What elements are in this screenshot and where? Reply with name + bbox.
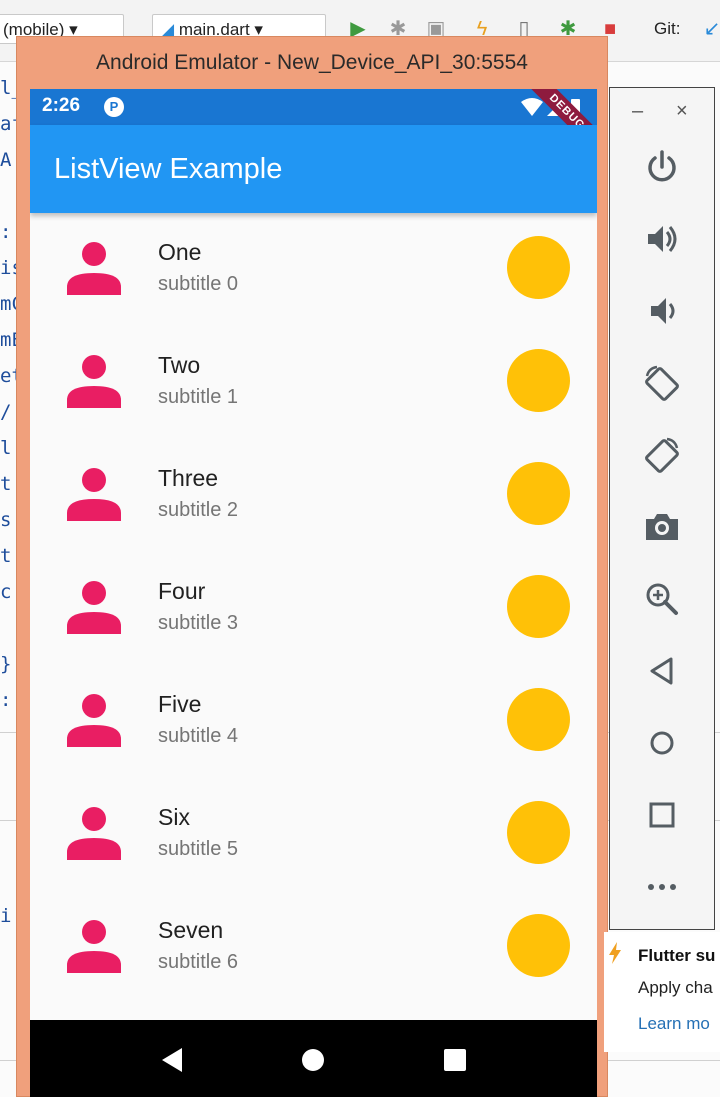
power-icon[interactable] — [643, 148, 681, 186]
navigation-bar — [30, 1020, 597, 1097]
item-title: Two — [158, 352, 201, 378]
emulator-side-panel: – × — [609, 87, 715, 930]
list-item[interactable]: Six subtitle 5 — [30, 778, 597, 891]
person-icon — [67, 694, 121, 747]
trailing-avatar — [507, 236, 570, 299]
person-icon — [67, 468, 121, 521]
item-subtitle: subtitle 3 — [158, 612, 239, 634]
person-icon — [67, 807, 121, 860]
notification-link[interactable]: Learn mo — [638, 1014, 710, 1034]
git-update-icon[interactable]: ↙ — [700, 14, 720, 44]
item-title: Four — [158, 578, 206, 604]
item-subtitle: subtitle 1 — [158, 386, 239, 408]
nav-home-icon[interactable] — [299, 1046, 327, 1074]
volume-down-icon[interactable] — [643, 292, 681, 330]
person-icon — [67, 581, 121, 634]
rotate-left-icon[interactable] — [643, 364, 681, 402]
more-icon[interactable] — [643, 868, 681, 906]
list-item[interactable]: One subtitle 0 — [30, 213, 597, 326]
app-bar: ListView Example — [30, 125, 597, 213]
trailing-avatar — [507, 462, 570, 525]
item-subtitle: subtitle 2 — [158, 499, 239, 521]
item-title: Three — [158, 465, 219, 491]
wifi-icon — [521, 98, 543, 116]
device-screen: 2:26 P DEBUG ListView Example One subtit… — [30, 89, 597, 1097]
trailing-avatar — [507, 575, 570, 638]
item-title: One — [158, 239, 202, 265]
list-item[interactable]: Three subtitle 2 — [30, 439, 597, 552]
status-time: 2:26 — [42, 95, 81, 116]
item-title: Five — [158, 691, 202, 717]
trailing-avatar — [507, 801, 570, 864]
app-title: ListView Example — [54, 153, 283, 185]
item-title: Six — [158, 804, 190, 830]
person-icon — [67, 355, 121, 408]
zoom-icon[interactable] — [643, 580, 681, 618]
home-icon[interactable] — [643, 724, 681, 762]
flutter-notification: Flutter su Apply cha Learn mo — [604, 932, 720, 1052]
notification-icon: P — [104, 97, 124, 117]
item-subtitle: subtitle 4 — [158, 725, 239, 747]
volume-up-icon[interactable] — [643, 220, 681, 258]
git-label: Git: — [654, 19, 681, 38]
nav-back-icon[interactable] — [158, 1046, 186, 1074]
list-view[interactable]: One subtitle 0 Two subtitle 1 Three subt… — [30, 213, 597, 1004]
person-icon — [67, 920, 121, 973]
list-item[interactable]: Seven subtitle 6 — [30, 891, 597, 1004]
trailing-avatar — [507, 349, 570, 412]
emulator-window: Android Emulator - New_Device_API_30:555… — [16, 36, 608, 1097]
camera-icon[interactable] — [643, 508, 681, 546]
rotate-right-icon[interactable] — [643, 436, 681, 474]
back-icon[interactable] — [643, 652, 681, 690]
trailing-avatar — [507, 688, 570, 751]
emulator-title: Android Emulator - New_Device_API_30:555… — [96, 51, 528, 74]
item-subtitle: subtitle 6 — [158, 951, 239, 973]
minimize-button[interactable]: – — [632, 100, 643, 123]
close-button[interactable]: × — [676, 100, 688, 123]
list-item[interactable]: Four subtitle 3 — [30, 552, 597, 665]
trailing-avatar — [507, 914, 570, 977]
notification-body: Apply cha — [638, 978, 713, 997]
list-item[interactable]: Five subtitle 4 — [30, 665, 597, 778]
person-icon — [67, 242, 121, 295]
status-bar: 2:26 P DEBUG — [30, 89, 597, 161]
item-title: Seven — [158, 917, 224, 943]
notification-title: Flutter su — [638, 946, 716, 965]
lightning-icon — [609, 942, 621, 964]
item-subtitle: subtitle 0 — [158, 273, 239, 295]
list-item[interactable]: Two subtitle 1 — [30, 326, 597, 439]
overview-icon[interactable] — [643, 796, 681, 834]
nav-recents-icon[interactable] — [441, 1046, 469, 1074]
item-subtitle: subtitle 5 — [158, 838, 239, 860]
